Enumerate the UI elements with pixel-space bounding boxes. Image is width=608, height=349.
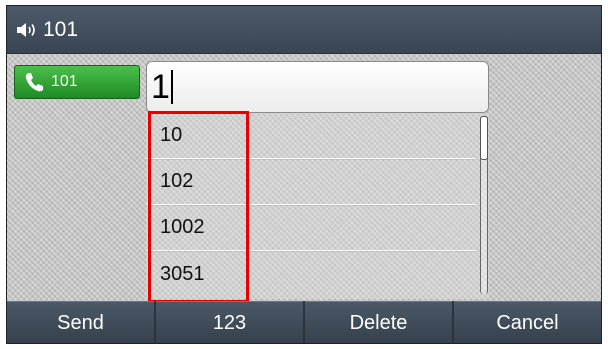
phone-screen: 101 101 1 10 102 1002 3051 Send 123 Dele… [6, 5, 602, 344]
line-key-label: 101 [51, 73, 78, 90]
send-softkey[interactable]: Send [7, 301, 154, 343]
line-key-101[interactable]: 101 [14, 65, 140, 99]
status-bar-title: 101 [43, 17, 79, 41]
softkey-bar: Send 123 Delete Cancel [7, 301, 601, 343]
dial-number-input[interactable]: 1 [146, 61, 489, 113]
input-mode-softkey-label: 123 [212, 312, 247, 334]
cancel-softkey-label: Cancel [496, 312, 559, 334]
input-mode-softkey[interactable]: 123 [156, 301, 303, 343]
delete-softkey[interactable]: Delete [305, 301, 452, 343]
phone-handset-icon [25, 73, 43, 92]
suggestion-scrollbar[interactable] [480, 116, 488, 294]
dial-input-value: 1 [151, 67, 170, 106]
delete-softkey-label: Delete [349, 312, 408, 334]
text-cursor [170, 70, 173, 104]
scrollbar-thumb[interactable] [480, 116, 488, 160]
status-bar: 101 [7, 6, 601, 54]
cancel-softkey[interactable]: Cancel [454, 301, 601, 343]
send-softkey-label: Send [57, 312, 104, 334]
speaker-icon [17, 22, 35, 37]
highlight-box [148, 111, 249, 303]
